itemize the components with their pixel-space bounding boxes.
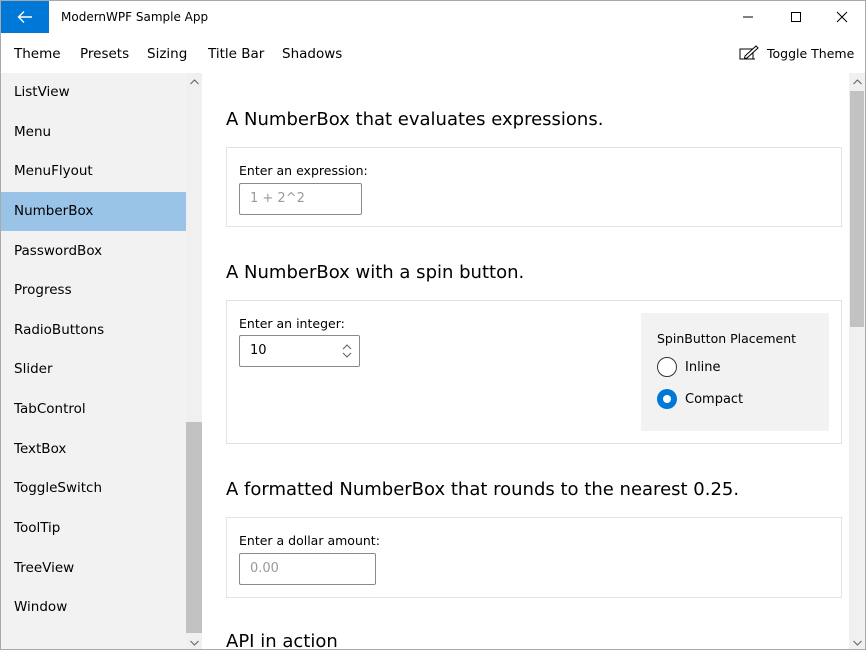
main-scrollbar[interactable] (849, 73, 865, 649)
radio-inline[interactable]: Inline (657, 357, 721, 377)
dollar-placeholder: 0.00 (250, 561, 279, 576)
menu-presets[interactable]: Presets (80, 33, 129, 73)
chevron-down-icon (189, 640, 199, 646)
expression-placeholder: 1 + 2^2 (250, 191, 305, 206)
sidebar-item-listview[interactable]: ListView (1, 73, 186, 112)
sidebar-scroll-thumb[interactable] (186, 422, 202, 633)
sidebar-nav: ListView Menu MenuFlyout NumberBox Passw… (1, 73, 202, 649)
radio-compact-label: Compact (685, 391, 744, 407)
chevron-up-icon (189, 78, 199, 84)
window-title: ModernWPF Sample App (61, 10, 209, 24)
expression-card: Enter an expression: 1 + 2^2 (226, 147, 842, 227)
sidebar-item-numberbox[interactable]: NumberBox (1, 192, 186, 231)
sidebar-item-tabcontrol[interactable]: TabControl (1, 390, 186, 429)
chevron-down-icon (852, 640, 862, 646)
spin-chevrons-icon[interactable] (341, 343, 353, 359)
sidebar-item-passwordbox[interactable]: PasswordBox (1, 232, 186, 271)
sidebar-item-progress[interactable]: Progress (1, 271, 186, 310)
integer-numberbox[interactable]: 10 (239, 335, 360, 367)
sidebar-item-tooltip[interactable]: ToolTip (1, 509, 186, 548)
maximize-button[interactable] (773, 1, 819, 33)
menu-bar: Theme Presets Sizing Title Bar Shadows T… (1, 33, 865, 73)
sidebar-item-textbox[interactable]: TextBox (1, 430, 186, 469)
sidebar-item-window[interactable]: Window (1, 588, 186, 627)
radio-inline-label: Inline (685, 359, 721, 375)
close-icon (836, 11, 848, 23)
radio-inline-circle[interactable] (657, 357, 677, 377)
sidebar-item-slider[interactable]: Slider (1, 350, 186, 389)
main-scroll-up-button[interactable] (849, 73, 865, 90)
app-window: ModernWPF Sample App Theme Presets Sizin… (0, 0, 866, 650)
sidebar-scrollbar[interactable] (186, 73, 202, 649)
radio-compact[interactable]: Compact (657, 389, 743, 409)
radio-compact-circle[interactable] (657, 389, 677, 409)
menu-theme[interactable]: Theme (14, 33, 61, 73)
menu-title-bar[interactable]: Title Bar (208, 33, 264, 73)
section-title-expressions: A NumberBox that evaluates expressions. (226, 109, 604, 130)
expression-label: Enter an expression: (239, 163, 368, 178)
dollar-label: Enter a dollar amount: (239, 533, 380, 548)
scroll-up-button[interactable] (186, 73, 202, 90)
minimize-button[interactable] (725, 1, 771, 33)
section-title-api: API in action (226, 631, 338, 650)
toggle-theme-button[interactable]: Toggle Theme (739, 33, 854, 73)
scroll-down-button[interactable] (186, 634, 202, 649)
sidebar-item-menuflyout[interactable]: MenuFlyout (1, 152, 186, 191)
expression-numberbox[interactable]: 1 + 2^2 (239, 183, 362, 215)
maximize-icon (791, 12, 801, 22)
menu-shadows[interactable]: Shadows (282, 33, 342, 73)
title-bar: ModernWPF Sample App (1, 1, 865, 33)
back-button[interactable] (1, 1, 49, 33)
theme-pen-icon (739, 45, 759, 60)
integer-label: Enter an integer: (239, 316, 345, 331)
spin-placement-header: SpinButton Placement (657, 331, 797, 346)
minimize-icon (743, 16, 753, 18)
dollar-numberbox[interactable]: 0.00 (239, 553, 376, 585)
arrow-left-icon (17, 11, 32, 23)
integer-value: 10 (250, 343, 267, 358)
spin-placement-panel: SpinButton Placement Inline Compact (641, 313, 829, 431)
main-scroll-thumb[interactable] (850, 91, 864, 327)
sidebar-item-radiobuttons[interactable]: RadioButtons (1, 311, 186, 350)
sidebar-item-toggleswitch[interactable]: ToggleSwitch (1, 469, 186, 508)
formatted-card: Enter a dollar amount: 0.00 (226, 517, 842, 598)
section-title-formatted: A formatted NumberBox that rounds to the… (226, 479, 740, 500)
chevron-up-icon (852, 78, 862, 84)
spin-card: Enter an integer: 10 SpinButton Placemen… (226, 300, 842, 444)
toggle-theme-label: Toggle Theme (767, 45, 855, 61)
main-content: A NumberBox that evaluates expressions. … (202, 73, 849, 650)
main-scroll-down-button[interactable] (849, 634, 865, 649)
section-title-spin: A NumberBox with a spin button. (226, 262, 525, 283)
sidebar-item-menu[interactable]: Menu (1, 113, 186, 152)
sidebar-item-treeview[interactable]: TreeView (1, 549, 186, 588)
menu-sizing[interactable]: Sizing (147, 33, 187, 73)
close-button[interactable] (819, 1, 865, 33)
